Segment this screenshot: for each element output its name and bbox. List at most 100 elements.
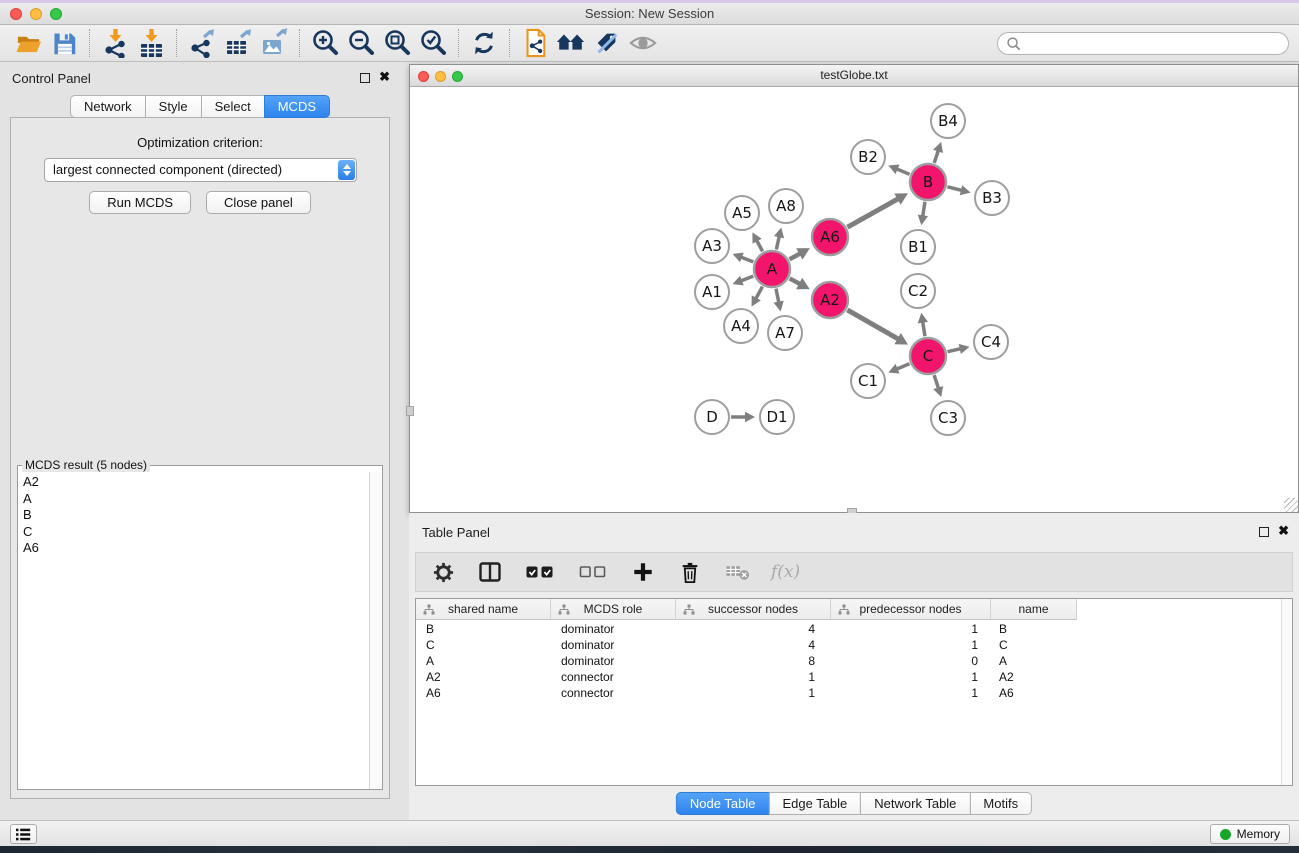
graph-node-A5[interactable]: A5	[725, 196, 759, 230]
table-row[interactable]: Cdominator41C	[416, 637, 1280, 653]
table-cell[interactable]: 1	[831, 637, 991, 653]
function-builder-button[interactable]: f(x)	[771, 562, 800, 582]
graph-edge-A-A7[interactable]	[774, 289, 784, 312]
table-cell[interactable]: dominator	[551, 653, 676, 669]
graph-node-A3[interactable]: A3	[695, 229, 729, 263]
table-cell[interactable]: A6	[416, 685, 551, 701]
zoom-in-button[interactable]	[307, 27, 343, 59]
mcds-result-item[interactable]: A6	[19, 540, 368, 557]
tab-network-table[interactable]: Network Table	[860, 792, 970, 815]
graph-edge-A-A8[interactable]	[774, 227, 784, 249]
graph-edge-C-C4[interactable]	[948, 344, 970, 354]
table-cell[interactable]: C	[991, 637, 1077, 653]
network-canvas[interactable]: B4B2BB3B1A5A8A3A6AA1A2C2A4A7CC4C1C3DD1	[410, 87, 1298, 512]
table-cell[interactable]: dominator	[551, 637, 676, 653]
graph-edge-C-C2[interactable]	[918, 313, 928, 336]
search-field[interactable]	[997, 32, 1289, 55]
tab-node-table[interactable]: Node Table	[676, 792, 770, 815]
graph-edge-A-A3[interactable]	[733, 253, 754, 263]
result-scrollbar[interactable]	[369, 472, 382, 789]
graph-node-D[interactable]: D	[695, 400, 729, 434]
table-row[interactable]: A6connector11A6	[416, 685, 1280, 701]
table-cell[interactable]: connector	[551, 669, 676, 685]
graph-node-A1[interactable]: A1	[695, 275, 729, 309]
zoom-fit-button[interactable]	[379, 27, 415, 59]
close-panel-icon[interactable]: ✖	[1278, 524, 1289, 538]
graph-edge-A-A4[interactable]	[752, 287, 763, 307]
zoom-window-button[interactable]	[50, 8, 62, 20]
column-header-shared-name[interactable]: shared name	[416, 599, 551, 620]
mcds-result-item[interactable]: A	[19, 491, 368, 508]
table-cell[interactable]: A6	[991, 685, 1077, 701]
table-cell[interactable]: A	[991, 653, 1077, 669]
export-table-button[interactable]	[220, 27, 256, 59]
import-network-button[interactable]	[97, 27, 133, 59]
graph-edge-A-A6[interactable]	[790, 248, 810, 259]
show-networks-button[interactable]	[553, 27, 589, 59]
graph-node-A6[interactable]: A6	[812, 219, 848, 255]
table-cell[interactable]: 1	[676, 669, 831, 685]
show-task-history-button[interactable]	[10, 824, 37, 844]
table-cell[interactable]: 1	[676, 685, 831, 701]
graph-node-B3[interactable]: B3	[975, 181, 1009, 215]
graph-node-A8[interactable]: A8	[769, 189, 803, 223]
show-columns-button[interactable]	[524, 559, 556, 585]
table-cell[interactable]: dominator	[551, 621, 676, 637]
table-row[interactable]: A2connector11A2	[416, 669, 1280, 685]
tab-style[interactable]: Style	[145, 95, 202, 118]
delete-table-button[interactable]	[724, 559, 750, 585]
graph-node-C3[interactable]: C3	[931, 401, 965, 435]
bird-eye-button[interactable]	[625, 27, 661, 59]
table-cell[interactable]: A2	[991, 669, 1077, 685]
graph-node-A[interactable]: A	[754, 251, 790, 287]
memory-button[interactable]: Memory	[1210, 824, 1290, 844]
zoom-network-window-button[interactable]	[452, 71, 463, 82]
hide-columns-button[interactable]	[577, 559, 609, 585]
column-header-successor-nodes[interactable]: successor nodes	[676, 599, 831, 620]
refresh-button[interactable]	[466, 27, 502, 59]
table-cell[interactable]: 0	[831, 653, 991, 669]
graph-edge-B-B3[interactable]	[947, 185, 970, 195]
tab-select[interactable]: Select	[201, 95, 265, 118]
export-image-button[interactable]	[256, 27, 292, 59]
float-panel-icon[interactable]	[1259, 527, 1269, 537]
splitter-grip-icon[interactable]	[406, 406, 414, 416]
graph-edge-C-C1[interactable]	[888, 364, 909, 374]
table-cell[interactable]: B	[416, 621, 551, 637]
table-cell[interactable]: connector	[551, 685, 676, 701]
table-cell[interactable]: 1	[831, 621, 991, 637]
graph-node-A4[interactable]: A4	[724, 309, 758, 343]
tab-motifs[interactable]: Motifs	[969, 792, 1032, 815]
graph-node-C[interactable]: C	[910, 338, 946, 374]
column-header-mcds-role[interactable]: MCDS role	[551, 599, 676, 620]
float-panel-icon[interactable]	[360, 73, 370, 83]
hide-labels-button[interactable]	[589, 27, 625, 59]
graph-node-D1[interactable]: D1	[760, 400, 794, 434]
graph-node-C4[interactable]: C4	[974, 325, 1008, 359]
graph-edge-D-D1[interactable]	[731, 412, 755, 422]
delete-columns-button[interactable]	[677, 559, 703, 585]
resize-grip-icon[interactable]	[1284, 498, 1298, 512]
open-file-button[interactable]	[10, 27, 46, 59]
graph-node-B1[interactable]: B1	[901, 230, 935, 264]
import-table-button[interactable]	[133, 27, 169, 59]
graph-node-B2[interactable]: B2	[851, 140, 885, 174]
tab-mcds[interactable]: MCDS	[264, 95, 330, 118]
mcds-result-item[interactable]: B	[19, 507, 368, 524]
graph-edge-A2-C[interactable]	[847, 310, 908, 345]
create-column-button[interactable]	[630, 559, 656, 585]
zoom-out-button[interactable]	[343, 27, 379, 59]
mcds-result-item[interactable]: A2	[19, 474, 368, 491]
table-cell[interactable]: A	[416, 653, 551, 669]
graph-edge-C-C3[interactable]	[933, 375, 943, 397]
close-window-button[interactable]	[10, 8, 22, 20]
table-scrollbar[interactable]	[1281, 599, 1292, 785]
tab-edge-table[interactable]: Edge Table	[768, 792, 861, 815]
table-cell[interactable]: 4	[676, 621, 831, 637]
graph-node-C1[interactable]: C1	[851, 364, 885, 398]
mcds-result-item[interactable]: C	[19, 524, 368, 541]
table-row[interactable]: Bdominator41B	[416, 621, 1280, 637]
graph-edge-A6-B[interactable]	[847, 193, 908, 227]
table-cell[interactable]: 1	[831, 685, 991, 701]
graph-edge-B-B2[interactable]	[888, 165, 909, 175]
